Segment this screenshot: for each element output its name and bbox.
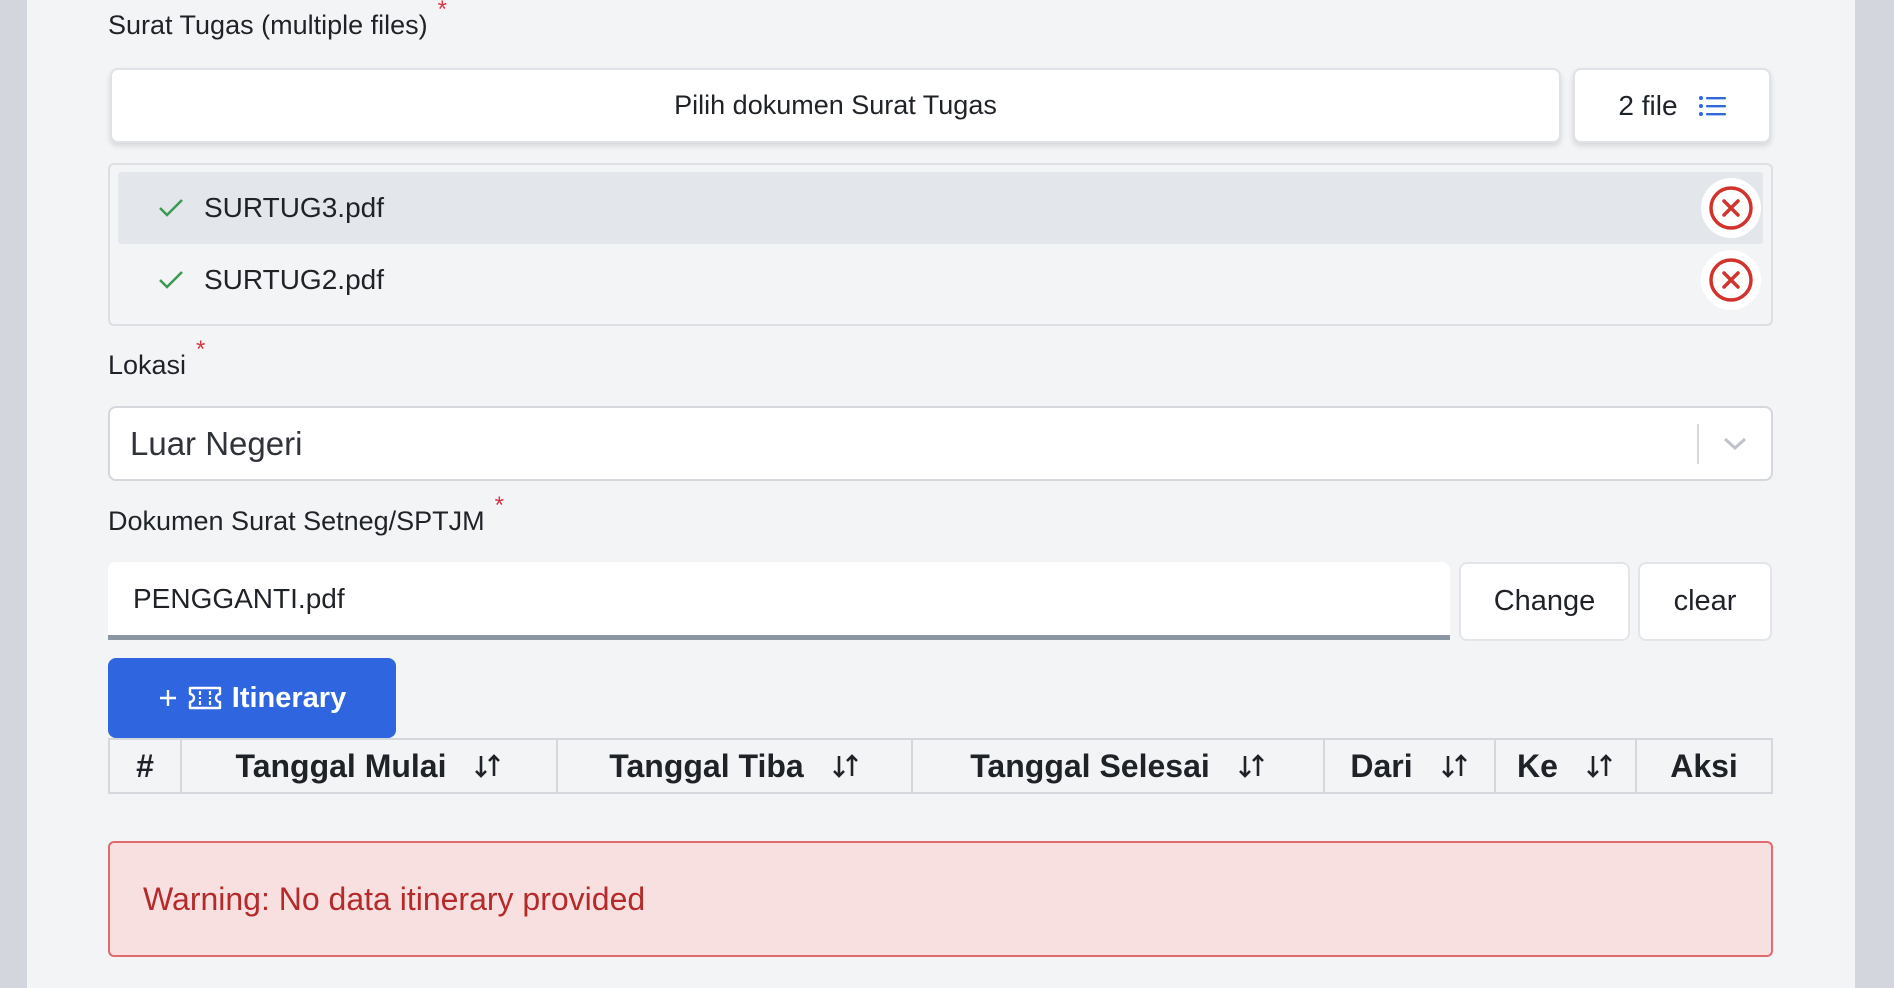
ticket-icon <box>188 686 222 710</box>
close-circle-icon <box>1709 258 1753 302</box>
add-itinerary-button[interactable]: Itinerary <box>108 658 396 738</box>
change-button-label: Change <box>1493 585 1596 617</box>
column-header-tanggal-selesai[interactable]: Tanggal Selesai <box>911 738 1325 794</box>
sort-icon[interactable] <box>1441 752 1469 780</box>
column-label: Aksi <box>1670 747 1738 784</box>
surat-tugas-label: Surat Tugas (multiple files) * <box>108 0 447 41</box>
required-mark: * <box>196 336 206 363</box>
pick-surat-tugas-button[interactable]: Pilih dokumen Surat Tugas <box>110 68 1561 143</box>
dokumen-setneg-file-input[interactable]: PENGGANTI.pdf <box>108 562 1450 640</box>
sort-icon[interactable] <box>474 752 502 780</box>
itinerary-warning-alert: Warning: No data itinerary provided <box>108 841 1773 957</box>
clear-button-label: clear <box>1673 585 1737 617</box>
lokasi-label-text: Lokasi <box>108 350 187 380</box>
file-count-button[interactable]: 2 file <box>1573 68 1771 143</box>
clear-file-button[interactable]: clear <box>1638 562 1772 641</box>
column-label: # <box>136 747 154 784</box>
list-icon <box>1698 95 1726 117</box>
warning-text: Warning: No data itinerary provided <box>143 880 646 917</box>
column-header-dari[interactable]: Dari <box>1323 738 1496 794</box>
file-count-label: 2 file <box>1618 89 1678 121</box>
check-icon <box>158 270 188 290</box>
selected-file-name: PENGGANTI.pdf <box>133 582 345 614</box>
column-header-tanggal-tiba[interactable]: Tanggal Tiba <box>556 738 913 794</box>
table-header-row: # Tanggal Mulai Tanggal Tiba Tanggal Sel… <box>108 738 1773 794</box>
change-file-button[interactable]: Change <box>1459 562 1630 641</box>
dokumen-setneg-label: Dokumen Surat Setneg/SPTJM * <box>108 492 504 537</box>
close-circle-icon <box>1709 186 1753 230</box>
column-header-ke[interactable]: Ke <box>1494 738 1637 794</box>
add-itinerary-label: Itinerary <box>231 681 347 714</box>
column-header-number: # <box>108 738 182 794</box>
chevron-down-icon[interactable] <box>1699 436 1771 452</box>
column-header-tanggal-mulai[interactable]: Tanggal Mulai <box>180 738 558 794</box>
column-label: Tanggal Mulai <box>235 747 447 784</box>
required-mark: * <box>494 492 505 519</box>
column-header-aksi: Aksi <box>1635 738 1773 794</box>
column-label: Tanggal Selesai <box>970 747 1210 784</box>
sort-icon[interactable] <box>832 752 860 780</box>
sort-icon[interactable] <box>1238 752 1266 780</box>
remove-file-button[interactable] <box>1701 178 1761 238</box>
pick-surat-tugas-label: Pilih dokumen Surat Tugas <box>674 90 997 120</box>
itinerary-table: # Tanggal Mulai Tanggal Tiba Tanggal Sel… <box>108 738 1773 794</box>
column-label: Ke <box>1517 747 1558 784</box>
lokasi-label: Lokasi * <box>108 336 205 381</box>
file-list-item[interactable]: SURTUG2.pdf <box>118 244 1763 316</box>
remove-file-button[interactable] <box>1701 250 1761 310</box>
dokumen-setneg-label-text: Dokumen Surat Setneg/SPTJM <box>108 506 485 536</box>
sort-icon[interactable] <box>1586 752 1614 780</box>
lokasi-selected-value: Luar Negeri <box>130 424 303 462</box>
required-mark: * <box>437 0 447 23</box>
form-panel <box>27 0 1855 988</box>
column-label: Dari <box>1350 747 1413 784</box>
column-label: Tanggal Tiba <box>609 747 804 784</box>
file-name: SURTUG3.pdf <box>204 192 384 223</box>
lokasi-select[interactable]: Luar Negeri <box>108 406 1773 481</box>
file-list-item[interactable]: SURTUG3.pdf <box>118 172 1763 244</box>
plus-icon <box>158 688 178 708</box>
file-name: SURTUG2.pdf <box>204 264 384 295</box>
file-list: SURTUG3.pdf SURTUG2.pdf <box>108 163 1773 326</box>
surat-tugas-label-text: Surat Tugas (multiple files) <box>108 10 428 40</box>
check-icon <box>158 198 188 218</box>
